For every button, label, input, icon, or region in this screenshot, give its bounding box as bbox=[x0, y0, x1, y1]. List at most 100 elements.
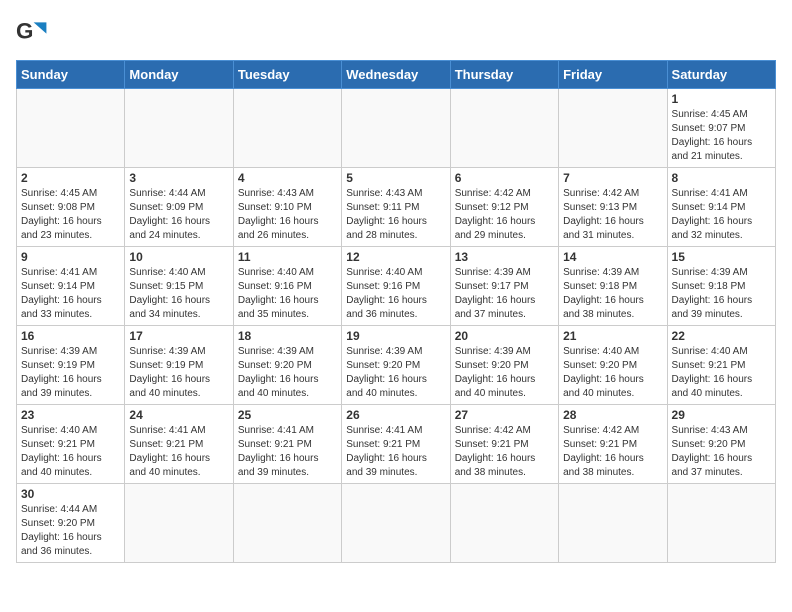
calendar-cell: 22Sunrise: 4:40 AM Sunset: 9:21 PM Dayli… bbox=[667, 326, 775, 405]
calendar-cell bbox=[450, 484, 558, 563]
day-info: Sunrise: 4:39 AM Sunset: 9:20 PM Dayligh… bbox=[455, 345, 554, 401]
day-info: Sunrise: 4:41 AM Sunset: 9:21 PM Dayligh… bbox=[346, 424, 445, 480]
calendar-cell: 5Sunrise: 4:43 AM Sunset: 9:11 PM Daylig… bbox=[342, 168, 450, 247]
day-number: 12 bbox=[346, 250, 445, 264]
weekday-header-tuesday: Tuesday bbox=[233, 61, 341, 89]
day-info: Sunrise: 4:42 AM Sunset: 9:21 PM Dayligh… bbox=[563, 424, 662, 480]
weekday-header-monday: Monday bbox=[125, 61, 233, 89]
calendar-cell bbox=[667, 484, 775, 563]
calendar-body: 1Sunrise: 4:45 AM Sunset: 9:07 PM Daylig… bbox=[17, 89, 776, 563]
calendar-cell bbox=[125, 89, 233, 168]
calendar-cell: 28Sunrise: 4:42 AM Sunset: 9:21 PM Dayli… bbox=[559, 405, 667, 484]
calendar-header: SundayMondayTuesdayWednesdayThursdayFrid… bbox=[17, 61, 776, 89]
day-info: Sunrise: 4:42 AM Sunset: 9:21 PM Dayligh… bbox=[455, 424, 554, 480]
day-number: 20 bbox=[455, 329, 554, 343]
calendar-week-4: 23Sunrise: 4:40 AM Sunset: 9:21 PM Dayli… bbox=[17, 405, 776, 484]
day-number: 17 bbox=[129, 329, 228, 343]
day-info: Sunrise: 4:45 AM Sunset: 9:08 PM Dayligh… bbox=[21, 187, 120, 243]
day-info: Sunrise: 4:43 AM Sunset: 9:20 PM Dayligh… bbox=[672, 424, 771, 480]
day-info: Sunrise: 4:39 AM Sunset: 9:19 PM Dayligh… bbox=[21, 345, 120, 401]
calendar-cell bbox=[125, 484, 233, 563]
day-info: Sunrise: 4:41 AM Sunset: 9:21 PM Dayligh… bbox=[238, 424, 337, 480]
day-info: Sunrise: 4:39 AM Sunset: 9:18 PM Dayligh… bbox=[672, 266, 771, 322]
page-header: G bbox=[16, 16, 776, 48]
calendar-cell: 26 Sunrise: 4:41 AM Sunset: 9:21 PM Dayli… bbox=[342, 405, 450, 484]
calendar-week-2: 9Sunrise: 4:41 AM Sunset: 9:14 PM Daylig… bbox=[17, 247, 776, 326]
calendar-cell bbox=[233, 89, 341, 168]
day-number: 29 bbox=[672, 408, 771, 422]
day-number: 26 bbox=[346, 408, 445, 422]
calendar-cell bbox=[559, 484, 667, 563]
day-info: Sunrise: 4:40 AM Sunset: 9:15 PM Dayligh… bbox=[129, 266, 228, 322]
calendar-cell: 27Sunrise: 4:42 AM Sunset: 9:21 PM Dayli… bbox=[450, 405, 558, 484]
calendar-cell: 8 Sunrise: 4:41 AM Sunset: 9:14 PM Daylig… bbox=[667, 168, 775, 247]
day-number: 5 bbox=[346, 171, 445, 185]
calendar-cell: 14Sunrise: 4:39 AM Sunset: 9:18 PM Dayli… bbox=[559, 247, 667, 326]
day-number: 15 bbox=[672, 250, 771, 264]
calendar-week-1: 2 Sunrise: 4:45 AM Sunset: 9:08 PM Daylig… bbox=[17, 168, 776, 247]
calendar-table: SundayMondayTuesdayWednesdayThursdayFrid… bbox=[16, 60, 776, 563]
day-info: Sunrise: 4:39 AM Sunset: 9:20 PM Dayligh… bbox=[346, 345, 445, 401]
calendar-cell: 29 Sunrise: 4:43 AM Sunset: 9:20 PM Dayli… bbox=[667, 405, 775, 484]
calendar-cell: 6 Sunrise: 4:42 AM Sunset: 9:12 PM Daylig… bbox=[450, 168, 558, 247]
day-info: Sunrise: 4:44 AM Sunset: 9:09 PM Dayligh… bbox=[129, 187, 228, 243]
weekday-row: SundayMondayTuesdayWednesdayThursdayFrid… bbox=[17, 61, 776, 89]
calendar-cell: 20 Sunrise: 4:39 AM Sunset: 9:20 PM Dayli… bbox=[450, 326, 558, 405]
day-number: 16 bbox=[21, 329, 120, 343]
svg-text:G: G bbox=[16, 18, 33, 43]
calendar-cell bbox=[342, 484, 450, 563]
day-number: 19 bbox=[346, 329, 445, 343]
weekday-header-saturday: Saturday bbox=[667, 61, 775, 89]
day-number: 13 bbox=[455, 250, 554, 264]
day-number: 4 bbox=[238, 171, 337, 185]
weekday-header-friday: Friday bbox=[559, 61, 667, 89]
calendar-cell: 9Sunrise: 4:41 AM Sunset: 9:14 PM Daylig… bbox=[17, 247, 125, 326]
day-info: Sunrise: 4:40 AM Sunset: 9:16 PM Dayligh… bbox=[238, 266, 337, 322]
day-info: Sunrise: 4:41 AM Sunset: 9:21 PM Dayligh… bbox=[129, 424, 228, 480]
calendar-cell bbox=[559, 89, 667, 168]
calendar-week-5: 30 Sunrise: 4:44 AM Sunset: 9:20 PM Dayli… bbox=[17, 484, 776, 563]
calendar-cell: 10 Sunrise: 4:40 AM Sunset: 9:15 PM Dayli… bbox=[125, 247, 233, 326]
calendar-cell: 11 Sunrise: 4:40 AM Sunset: 9:16 PM Dayli… bbox=[233, 247, 341, 326]
day-number: 7 bbox=[563, 171, 662, 185]
calendar-cell bbox=[342, 89, 450, 168]
calendar-cell: 25Sunrise: 4:41 AM Sunset: 9:21 PM Dayli… bbox=[233, 405, 341, 484]
day-number: 10 bbox=[129, 250, 228, 264]
logo: G bbox=[16, 16, 52, 48]
weekday-header-thursday: Thursday bbox=[450, 61, 558, 89]
calendar-cell: 1Sunrise: 4:45 AM Sunset: 9:07 PM Daylig… bbox=[667, 89, 775, 168]
day-number: 24 bbox=[129, 408, 228, 422]
day-number: 9 bbox=[21, 250, 120, 264]
logo-icon: G bbox=[16, 16, 48, 48]
calendar-cell: 24 Sunrise: 4:41 AM Sunset: 9:21 PM Dayli… bbox=[125, 405, 233, 484]
calendar-week-0: 1Sunrise: 4:45 AM Sunset: 9:07 PM Daylig… bbox=[17, 89, 776, 168]
day-info: Sunrise: 4:42 AM Sunset: 9:12 PM Dayligh… bbox=[455, 187, 554, 243]
day-number: 2 bbox=[21, 171, 120, 185]
weekday-header-wednesday: Wednesday bbox=[342, 61, 450, 89]
day-number: 14 bbox=[563, 250, 662, 264]
day-number: 6 bbox=[455, 171, 554, 185]
day-number: 11 bbox=[238, 250, 337, 264]
day-info: Sunrise: 4:45 AM Sunset: 9:07 PM Dayligh… bbox=[672, 108, 771, 164]
day-number: 8 bbox=[672, 171, 771, 185]
calendar-cell: 15 Sunrise: 4:39 AM Sunset: 9:18 PM Dayli… bbox=[667, 247, 775, 326]
calendar-cell: 7 Sunrise: 4:42 AM Sunset: 9:13 PM Daylig… bbox=[559, 168, 667, 247]
day-number: 30 bbox=[21, 487, 120, 501]
day-number: 23 bbox=[21, 408, 120, 422]
day-info: Sunrise: 4:43 AM Sunset: 9:10 PM Dayligh… bbox=[238, 187, 337, 243]
day-info: Sunrise: 4:39 AM Sunset: 9:19 PM Dayligh… bbox=[129, 345, 228, 401]
day-number: 3 bbox=[129, 171, 228, 185]
calendar-cell: 13Sunrise: 4:39 AM Sunset: 9:17 PM Dayli… bbox=[450, 247, 558, 326]
day-info: Sunrise: 4:39 AM Sunset: 9:20 PM Dayligh… bbox=[238, 345, 337, 401]
calendar-cell: 16 Sunrise: 4:39 AM Sunset: 9:19 PM Dayli… bbox=[17, 326, 125, 405]
calendar-week-3: 16 Sunrise: 4:39 AM Sunset: 9:19 PM Dayli… bbox=[17, 326, 776, 405]
calendar-cell: 17 Sunrise: 4:39 AM Sunset: 9:19 PM Dayli… bbox=[125, 326, 233, 405]
calendar-cell bbox=[450, 89, 558, 168]
calendar-cell: 21Sunrise: 4:40 AM Sunset: 9:20 PM Dayli… bbox=[559, 326, 667, 405]
day-info: Sunrise: 4:42 AM Sunset: 9:13 PM Dayligh… bbox=[563, 187, 662, 243]
day-info: Sunrise: 4:41 AM Sunset: 9:14 PM Dayligh… bbox=[672, 187, 771, 243]
calendar-cell: 23Sunrise: 4:40 AM Sunset: 9:21 PM Dayli… bbox=[17, 405, 125, 484]
day-info: Sunrise: 4:44 AM Sunset: 9:20 PM Dayligh… bbox=[21, 503, 120, 559]
calendar-cell: 4 Sunrise: 4:43 AM Sunset: 9:10 PM Daylig… bbox=[233, 168, 341, 247]
calendar-cell bbox=[233, 484, 341, 563]
